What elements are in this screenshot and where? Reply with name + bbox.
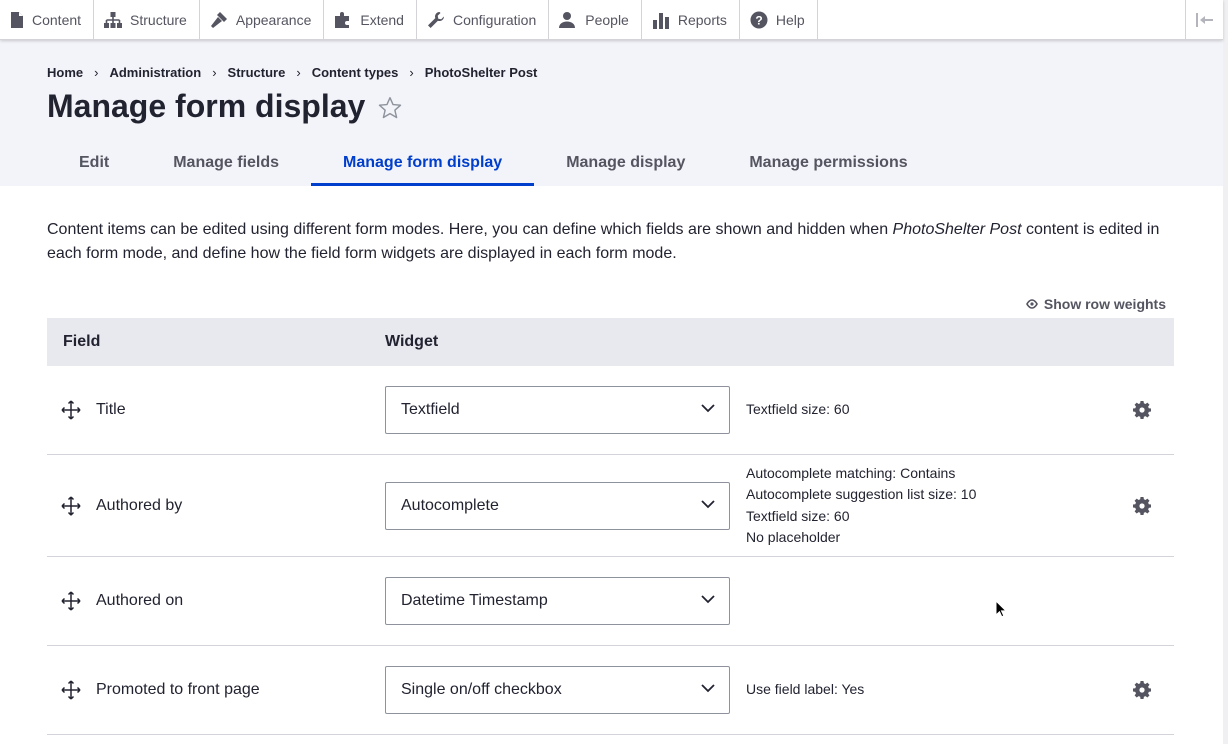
breadcrumb-administration[interactable]: Administration	[109, 65, 201, 80]
widget-select-value: Textfield	[401, 401, 460, 418]
widget-summary: Use field label: Yes	[746, 679, 864, 701]
toolbar-item-label: Configuration	[452, 11, 537, 28]
toolbar-item-label: Extend	[360, 11, 404, 28]
toolbar-item-reports[interactable]: Reports	[642, 0, 740, 39]
breadcrumb-photoshelter-post[interactable]: PhotoShelter Post	[425, 65, 538, 80]
table-row: Promoted to front page Single on/off che…	[47, 646, 1174, 735]
breadcrumb-home[interactable]: Home	[47, 65, 83, 80]
page-header: Home › Administration › Structure › Cont…	[0, 40, 1223, 186]
tab-manage-display[interactable]: Manage display	[534, 146, 717, 186]
structure-icon	[104, 11, 123, 28]
widget-select[interactable]: Datetime Timestamp	[385, 577, 730, 625]
appearance-icon	[210, 11, 227, 28]
toolbar-item-configuration[interactable]: Configuration	[417, 0, 550, 39]
field-label: Title	[96, 401, 126, 418]
content-icon	[11, 11, 23, 28]
chevron-down-icon	[701, 499, 715, 508]
toolbar-item-content[interactable]: Content	[0, 0, 95, 39]
reports-icon	[652, 12, 669, 29]
show-row-weights-button[interactable]: Show row weights	[1025, 296, 1166, 312]
show-row-weights-label: Show row weights	[1043, 296, 1166, 312]
breadcrumb-separator: ›	[212, 65, 217, 80]
page-title: Manage form display	[47, 88, 403, 125]
field-label: Authored on	[96, 592, 184, 609]
gear-icon[interactable]	[1133, 496, 1151, 515]
gear-icon[interactable]	[1133, 681, 1151, 699]
widget-summary: Textfield size: 60	[746, 399, 850, 421]
tab-edit[interactable]: Edit	[47, 146, 141, 186]
column-header-widget: Widget	[385, 333, 439, 350]
toolbar-item-appearance[interactable]: Appearance	[200, 0, 325, 39]
scrollbar[interactable]	[1223, 0, 1228, 744]
toolbar-item-structure[interactable]: Structure	[94, 0, 200, 39]
content-type-name: PhotoShelter Post	[892, 221, 1022, 238]
star-icon[interactable]	[377, 95, 403, 121]
eye-icon	[1025, 299, 1038, 309]
breadcrumb-structure[interactable]: Structure	[228, 65, 286, 80]
toolbar-item-label: Content	[32, 11, 82, 28]
summary-line: No placeholder	[746, 529, 841, 545]
extend-icon	[335, 11, 350, 28]
chevron-down-icon	[701, 684, 715, 693]
widget-select-value: Autocomplete	[401, 496, 499, 514]
chevron-down-icon	[701, 595, 715, 604]
column-header-field: Field	[63, 333, 101, 350]
breadcrumb-content-types[interactable]: Content types	[312, 65, 399, 80]
page-title-text: Manage form display	[47, 88, 366, 124]
primary-tabs: Edit Manage fields Manage form display M…	[47, 146, 940, 186]
tab-manage-fields[interactable]: Manage fields	[141, 146, 311, 186]
page-description: Content items can be edited using differ…	[47, 218, 1177, 266]
summary-line: Textfield size: 60	[746, 507, 850, 524]
people-icon	[559, 11, 576, 28]
widget-select[interactable]: Textfield	[385, 386, 730, 434]
breadcrumb-separator: ›	[94, 65, 99, 80]
summary-line: Autocomplete matching: Contains	[746, 464, 956, 481]
table-header: Field Widget	[47, 318, 1174, 366]
toolbar-item-label: Appearance	[235, 11, 312, 28]
breadcrumb-separator: ›	[296, 65, 301, 80]
summary-line: Autocomplete suggestion list size: 10	[746, 486, 977, 502]
description-text: Content items can be edited using differ…	[47, 221, 893, 238]
toolbar-item-extend[interactable]: Extend	[324, 0, 417, 39]
drag-handle-icon[interactable]	[61, 591, 81, 611]
toolbar-item-label: People	[585, 11, 629, 28]
widget-select[interactable]: Autocomplete	[385, 481, 730, 530]
tab-manage-permissions[interactable]: Manage permissions	[717, 146, 939, 186]
wrench-icon	[427, 11, 444, 28]
breadcrumb: Home › Administration › Structure › Cont…	[47, 65, 537, 80]
drag-handle-icon[interactable]	[61, 400, 81, 420]
collapse-sidebar-icon	[1195, 12, 1213, 27]
help-icon: ?	[750, 11, 768, 28]
field-label: Authored by	[96, 496, 183, 514]
summary-line: Use field label: Yes	[746, 681, 865, 698]
drag-handle-icon[interactable]	[61, 495, 81, 516]
widget-select-value: Single on/off checkbox	[401, 681, 562, 698]
field-display-table: Field Widget Title Textfield Textfield s…	[47, 318, 1174, 735]
gear-icon[interactable]	[1133, 401, 1151, 419]
widget-summary: Autocomplete matching: Contains Autocomp…	[746, 463, 976, 549]
admin-toolbar: Content Structure Appearance Extend Conf…	[0, 0, 1223, 40]
widget-select[interactable]: Single on/off checkbox	[385, 666, 730, 714]
toolbar-item-label: Reports	[677, 11, 727, 28]
table-row: Title Textfield Textfield size: 60	[47, 366, 1174, 455]
table-row: Authored by Autocomplete Autocomplete ma…	[47, 455, 1174, 557]
toolbar-item-label: Structure	[130, 11, 187, 28]
toolbar-item-help[interactable]: ? Help	[740, 0, 818, 39]
toolbar-item-people[interactable]: People	[549, 0, 642, 39]
widget-select-value: Datetime Timestamp	[401, 592, 548, 609]
mouse-cursor-icon	[995, 600, 1007, 618]
breadcrumb-separator: ›	[409, 65, 414, 80]
tab-manage-form-display[interactable]: Manage form display	[311, 146, 535, 186]
chevron-down-icon	[701, 404, 715, 413]
svg-text:?: ?	[755, 13, 762, 27]
field-label: Promoted to front page	[96, 681, 260, 698]
toolbar-orientation-toggle[interactable]	[1185, 0, 1223, 39]
toolbar-item-label: Help	[775, 11, 805, 28]
drag-handle-icon[interactable]	[61, 680, 81, 700]
summary-line: Textfield size: 60	[746, 401, 850, 418]
